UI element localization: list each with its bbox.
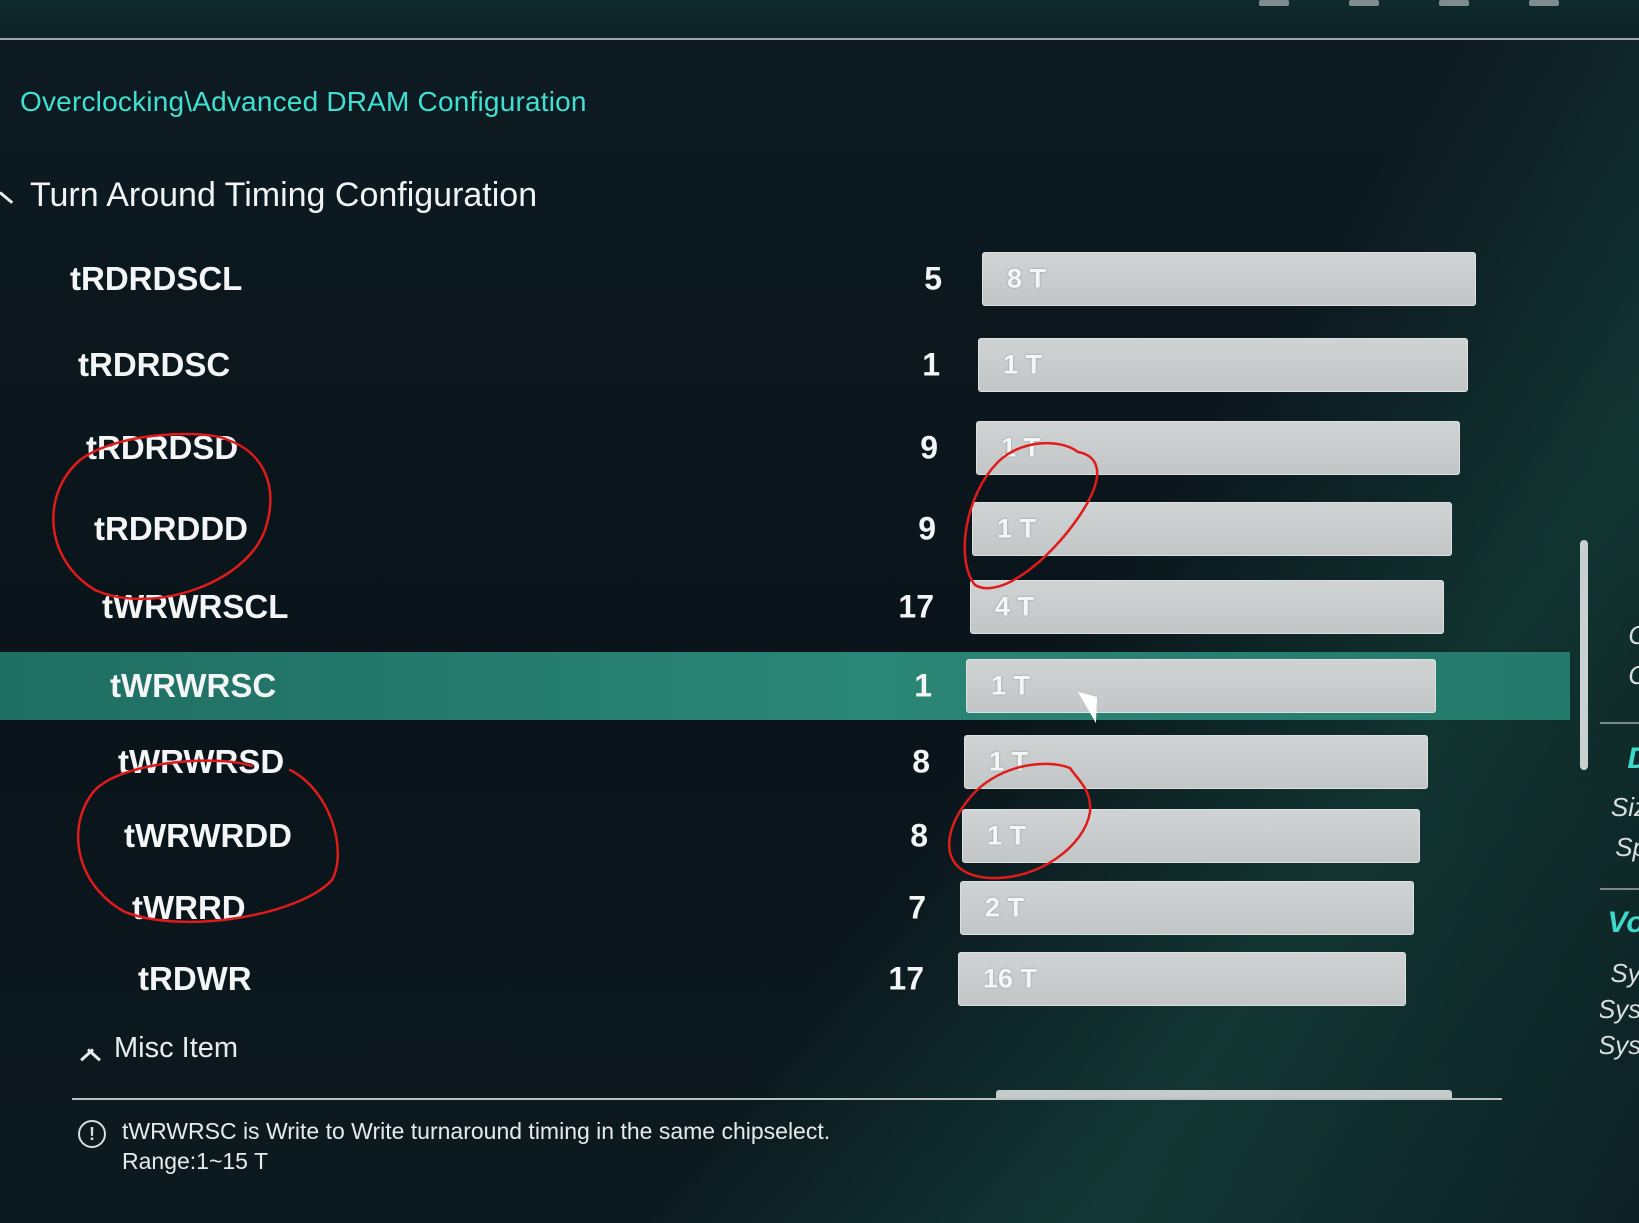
timing-name: tWRRD [132, 889, 246, 926]
timing-row-trdrdsd[interactable]: tRDRDSD 9 1 T [0, 413, 1570, 483]
timing-name: tRDWR [138, 960, 252, 997]
right-panel-divider [1600, 888, 1639, 890]
timing-row-twrwrdd[interactable]: tWRWRDD 8 1 T [0, 801, 1570, 871]
timing-name: tRDRDDD [94, 510, 248, 547]
timing-row-twrwrscl[interactable]: tWRWRSCL 17 4 T [0, 572, 1570, 642]
timing-setting-field[interactable]: 16 T [958, 952, 1406, 1006]
timing-current-value: 8 [910, 817, 928, 854]
top-bar [0, 0, 1639, 40]
timing-name: tWRWRSD [118, 743, 285, 780]
timing-setting-field[interactable]: 1 T [962, 809, 1420, 863]
timing-row-trdrddd[interactable]: tRDRDDD 9 1 T [0, 494, 1570, 564]
help-range: Range:1~15 T [122, 1148, 268, 1174]
top-icon[interactable] [1349, 0, 1379, 6]
right-info-panel: C C D Siz Sp Vol Syst Syste Syste [1600, 560, 1639, 1223]
top-icon[interactable] [1439, 0, 1469, 6]
expand-caret-up-icon[interactable] [78, 1038, 100, 1060]
timing-setting-field[interactable]: 4 T [970, 580, 1444, 634]
misc-item-label: Misc Item [114, 1032, 239, 1064]
timing-setting-value: 2 T [985, 892, 1025, 923]
timing-current-value: 1 [922, 346, 940, 383]
help-divider [72, 1098, 1502, 1100]
top-icon[interactable] [1529, 0, 1559, 6]
timing-setting-value: 1 T [991, 670, 1031, 701]
dram-heading: D [1627, 742, 1639, 776]
timing-name: tRDRDSC [78, 346, 231, 383]
timing-current-value: 1 [914, 667, 932, 704]
right-panel-text: C [1628, 620, 1639, 651]
timing-setting-field[interactable]: 8 T [982, 252, 1476, 306]
timing-name: tRDRDSCL [70, 260, 243, 297]
bios-screen: Overclocking\Advanced DRAM Configuration… [0, 0, 1639, 1223]
top-icon[interactable] [1259, 0, 1289, 6]
right-panel-text: C [1628, 660, 1639, 691]
timing-row-twrrd[interactable]: tWRRD 7 2 T [0, 873, 1570, 943]
timing-setting-value: 16 T [983, 963, 1038, 994]
help-panel: ! tWRWRSC is Write to Write turnaround t… [78, 1116, 830, 1176]
timing-row-trdwr[interactable]: tRDWR 17 16 T [0, 944, 1570, 1014]
timing-name: tWRWRSCL [102, 588, 289, 625]
timing-setting-field[interactable]: 1 T [976, 421, 1460, 475]
info-icon: ! [78, 1120, 106, 1148]
timing-current-value: 9 [918, 510, 936, 547]
timing-setting-value: 1 T [1003, 349, 1043, 380]
system-voltage-label: Syste [1600, 994, 1639, 1024]
timing-setting-value: 1 T [987, 820, 1027, 851]
help-text: tWRWRSC is Write to Write turnaround tim… [122, 1118, 831, 1144]
size-label: Siz [1610, 792, 1639, 822]
timing-name: tWRWRSC [110, 667, 277, 704]
timing-setting-value: 1 T [997, 513, 1037, 544]
speed-label: Sp [1615, 832, 1639, 862]
timing-current-value: 5 [924, 260, 942, 297]
timing-current-value: 17 [888, 960, 924, 997]
scrollbar[interactable] [1580, 540, 1588, 770]
top-bar-icons [1259, 0, 1559, 10]
timing-row-trdrdscl[interactable]: tRDRDSCL 5 8 T [0, 244, 1570, 314]
timing-current-value: 8 [912, 743, 930, 780]
section-header-turn-around[interactable]: Turn Around Timing Configuration [0, 176, 537, 215]
system-voltage-label: Syst [1610, 958, 1639, 988]
collapse-chevron-icon[interactable] [0, 181, 30, 211]
timing-row-twrwrsd[interactable]: tWRWRSD 8 1 T [0, 727, 1570, 797]
timing-setting-value: 4 T [995, 591, 1035, 622]
timing-name: tWRWRDD [124, 817, 293, 854]
timing-setting-value: 8 T [1007, 263, 1047, 294]
timing-setting-field[interactable]: 2 T [960, 881, 1414, 935]
timing-row-twrwrsc[interactable]: tWRWRSC 1 1 T [0, 652, 1570, 720]
timing-setting-field[interactable]: 1 T [966, 659, 1436, 713]
timing-setting-field[interactable]: 1 T [964, 735, 1428, 789]
timing-setting-value: 1 T [989, 746, 1029, 777]
section-title: Turn Around Timing Configuration [30, 176, 538, 214]
misc-item-header[interactable]: Misc Item [78, 1032, 238, 1065]
voltage-heading: Vol [1607, 906, 1639, 939]
timing-setting-value: 1 T [1001, 432, 1041, 463]
timing-name: tRDRDSD [86, 429, 239, 466]
timing-current-value: 7 [908, 889, 926, 926]
timing-setting-field[interactable]: 1 T [978, 338, 1468, 392]
timing-row-trdrdsc[interactable]: tRDRDSC 1 1 T [0, 330, 1570, 400]
system-voltage-label: Syste [1600, 1030, 1639, 1060]
breadcrumb: Overclocking\Advanced DRAM Configuration [20, 86, 587, 117]
timing-current-value: 9 [920, 429, 938, 466]
right-panel-divider [1600, 722, 1639, 724]
timing-setting-field[interactable]: 1 T [972, 502, 1452, 556]
timing-current-value: 17 [898, 588, 934, 625]
